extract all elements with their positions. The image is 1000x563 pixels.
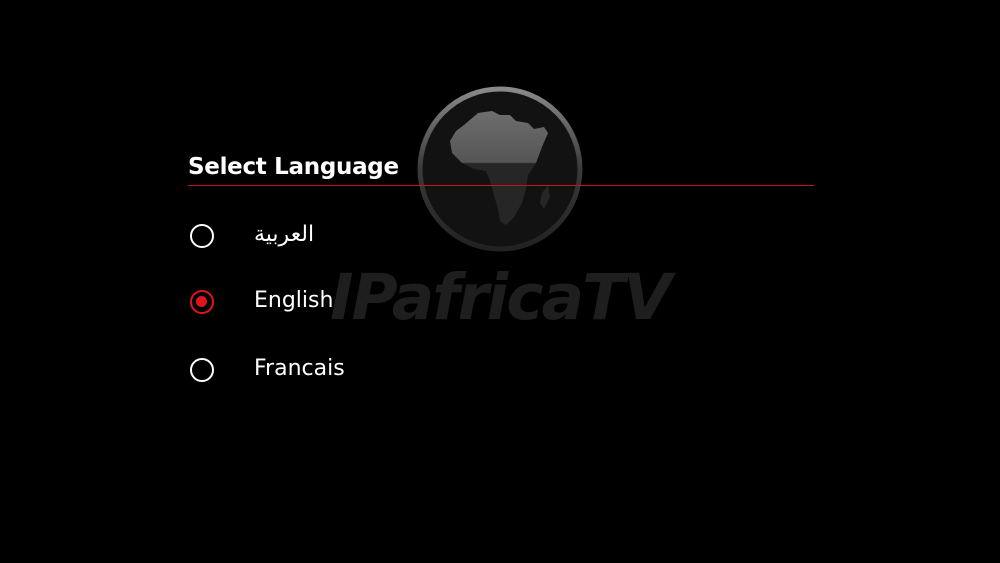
- radio-selected-dot: [196, 296, 207, 307]
- radio-button-unchecked[interactable]: [190, 224, 214, 248]
- language-option-arabic[interactable]: العربية: [188, 216, 814, 260]
- dialog-title: Select Language: [188, 154, 399, 180]
- language-option-label: العربية: [254, 222, 315, 247]
- language-select-screen: IPafricaTV Select Language العربية Engli…: [0, 0, 1000, 563]
- title-divider: [188, 185, 814, 186]
- language-option-label: English: [254, 288, 334, 313]
- language-option-french[interactable]: Francais: [188, 350, 814, 394]
- radio-button-checked[interactable]: [190, 290, 214, 314]
- radio-button-unchecked[interactable]: [190, 358, 214, 382]
- language-option-english[interactable]: English: [188, 282, 814, 326]
- language-option-label: Francais: [254, 356, 345, 381]
